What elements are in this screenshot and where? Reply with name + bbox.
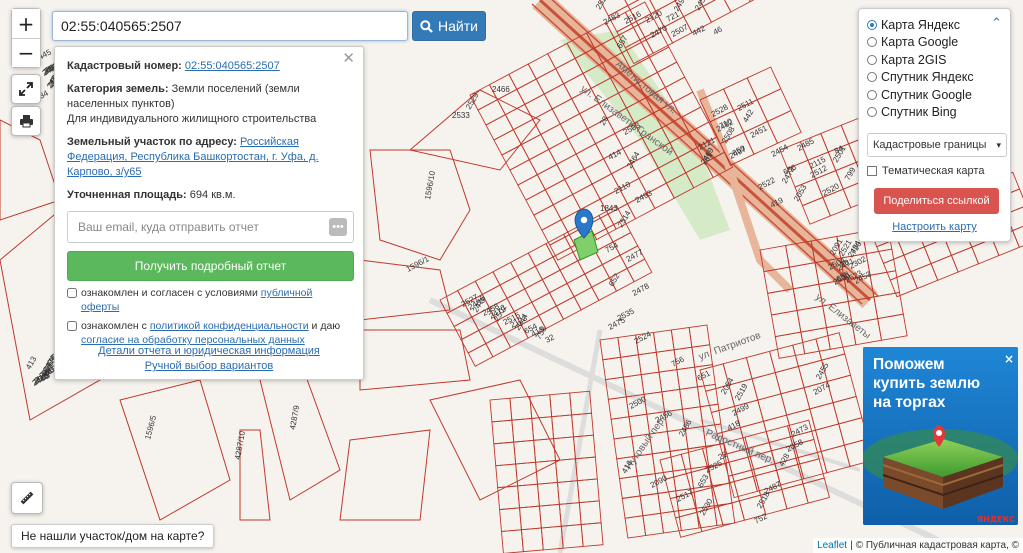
zoom-control: + − bbox=[11, 8, 41, 68]
basemap-option[interactable]: Спутник Яндекс bbox=[867, 69, 1002, 87]
share-link-button[interactable]: Поделиться ссылкой bbox=[874, 188, 999, 214]
basemap-option-label: Карта Яндекс bbox=[881, 17, 960, 32]
ruler-button[interactable] bbox=[11, 482, 43, 514]
privacy-link[interactable]: политикой конфиденциальности bbox=[150, 320, 309, 332]
chevron-up-icon[interactable]: ⌃ bbox=[991, 16, 1002, 31]
search-button[interactable]: Найти bbox=[412, 11, 486, 41]
radio-button[interactable] bbox=[867, 54, 877, 65]
basemap-option-label: Карта Google bbox=[881, 35, 959, 50]
basemap-option[interactable]: Спутник Google bbox=[867, 86, 1002, 104]
address-row: Земельный участок по адресу: Российская … bbox=[67, 135, 351, 180]
offer-checkbox[interactable] bbox=[67, 288, 77, 298]
ad-title-line-1: Поможем bbox=[873, 356, 945, 373]
land-category-row: Категория земель: Земли поселений (земли… bbox=[67, 82, 351, 127]
ad-brand-logo: ЯНДЕКС bbox=[977, 515, 1015, 524]
ruler-icon bbox=[20, 491, 34, 505]
offer-text: ознакомлен и согласен с условиями bbox=[81, 287, 258, 299]
not-found-button[interactable]: Не нашли участок/дом на карте? bbox=[11, 524, 215, 548]
privacy-agreement: ознакомлен с политикой конфиденциальност… bbox=[67, 319, 351, 347]
zoom-out-button[interactable]: − bbox=[12, 38, 40, 67]
ad-title-line-2: купить землю bbox=[873, 375, 981, 392]
radio-button[interactable] bbox=[867, 89, 877, 100]
privacy-mid-text: и даю bbox=[311, 320, 341, 332]
basemap-option-label: Спутник Яндекс bbox=[881, 70, 974, 85]
map-attribution: Leaflet | © Публичная кадастровая карта,… bbox=[813, 538, 1023, 553]
radio-button[interactable] bbox=[867, 107, 877, 118]
leaflet-link[interactable]: Leaflet bbox=[817, 540, 847, 551]
area-row: Уточненная площадь: 694 кв.м. bbox=[67, 188, 351, 203]
email-field[interactable]: Ваш email, куда отправить отчет ••• bbox=[67, 211, 354, 243]
details-link[interactable]: Детали отчета и юридическая информация bbox=[98, 345, 320, 357]
email-placeholder: Ваш email, куда отправить отчет bbox=[78, 219, 259, 234]
land-category-label: Категория земель: bbox=[67, 83, 169, 95]
ad-title-line-3: на торгах bbox=[873, 394, 946, 411]
search-icon bbox=[420, 19, 433, 33]
map-marker-dot bbox=[580, 216, 588, 224]
fullscreen-button[interactable] bbox=[11, 74, 41, 104]
ad-banner[interactable]: Поможем купить землю на торгах × ЯНДЕКС bbox=[863, 347, 1018, 525]
land-use-value: Для индивидуального жилищного строительс… bbox=[67, 113, 317, 125]
basemap-option-label: Спутник Bing bbox=[881, 105, 957, 120]
basemap-option[interactable]: Спутник Bing bbox=[867, 104, 1002, 122]
radio-button[interactable] bbox=[867, 19, 877, 30]
area-label: Уточненная площадь: bbox=[67, 189, 187, 201]
get-report-button[interactable]: Получить подробный отчет bbox=[67, 251, 354, 281]
basemap-options: Карта Яндекс Карта Google Карта 2GIS Спутни… bbox=[867, 16, 1002, 121]
close-icon[interactable]: ✕ bbox=[342, 51, 355, 66]
expand-icon bbox=[19, 82, 33, 96]
manual-choice-link[interactable]: Ручной выбор вариантов bbox=[145, 360, 273, 372]
chevron-down-icon: ▾ bbox=[996, 139, 1001, 150]
more-icon: ••• bbox=[329, 218, 347, 236]
zoom-in-button[interactable]: + bbox=[12, 9, 40, 38]
thematic-checkbox[interactable] bbox=[867, 166, 877, 176]
basemap-option[interactable]: Карта Яндекс bbox=[867, 16, 1002, 34]
radio-button[interactable] bbox=[867, 37, 877, 48]
overlay-select-value: Кадастровые границы bbox=[873, 139, 987, 151]
attribution-text: © Публичная кадастровая карта, © bbox=[855, 540, 1019, 551]
parcel-number-label: 1843 bbox=[600, 204, 618, 213]
privacy-text: ознакомлен с bbox=[81, 320, 147, 332]
privacy-checkbox[interactable] bbox=[67, 321, 77, 331]
popup-links: Детали отчета и юридическая информация Р… bbox=[55, 344, 363, 374]
search-input[interactable] bbox=[52, 11, 408, 41]
search-button-label: Найти bbox=[438, 18, 478, 34]
overlay-select[interactable]: Кадастровые границы ▾ bbox=[867, 133, 1007, 157]
cadastral-number-link[interactable]: 02:55:040565:2507 bbox=[185, 60, 280, 72]
attribution-separator: | bbox=[850, 540, 853, 551]
basemap-option[interactable]: Карта 2GIS bbox=[867, 51, 1002, 69]
cadastral-number-label: Кадастровый номер: bbox=[67, 60, 182, 72]
offer-agreement: ознакомлен и согласен с условиями публич… bbox=[67, 286, 351, 314]
basemap-option[interactable]: Карта Google bbox=[867, 34, 1002, 52]
parcel-number-label: 2466 bbox=[492, 85, 510, 94]
configure-map-link[interactable]: Настроить карту bbox=[892, 221, 977, 233]
parcel-info-popup: ✕ Кадастровый номер: 02:55:040565:2507 К… bbox=[54, 46, 364, 380]
basemap-option-label: Карта 2GIS bbox=[881, 52, 947, 67]
parcel-number-label: 2533 bbox=[452, 111, 470, 120]
print-button[interactable] bbox=[11, 106, 41, 136]
area-value: 694 кв.м. bbox=[189, 189, 236, 201]
thematic-toggle[interactable]: Тематическая карта bbox=[867, 165, 1002, 177]
layer-panel: ⌃ Карта Яндекс Карта Google Карта 2GIS Спут… bbox=[858, 8, 1011, 242]
radio-button[interactable] bbox=[867, 72, 877, 83]
basemap-option-label: Спутник Google bbox=[881, 87, 972, 102]
search-bar: Найти bbox=[52, 11, 486, 41]
ad-title: Поможем купить землю на торгах bbox=[873, 355, 980, 412]
ad-close-button[interactable]: × bbox=[1004, 352, 1014, 366]
cadastral-number-row: Кадастровый номер: 02:55:040565:2507 bbox=[67, 59, 351, 74]
thematic-label: Тематическая карта bbox=[882, 165, 985, 177]
printer-icon bbox=[19, 115, 33, 128]
address-label: Земельный участок по адресу: bbox=[67, 136, 237, 148]
